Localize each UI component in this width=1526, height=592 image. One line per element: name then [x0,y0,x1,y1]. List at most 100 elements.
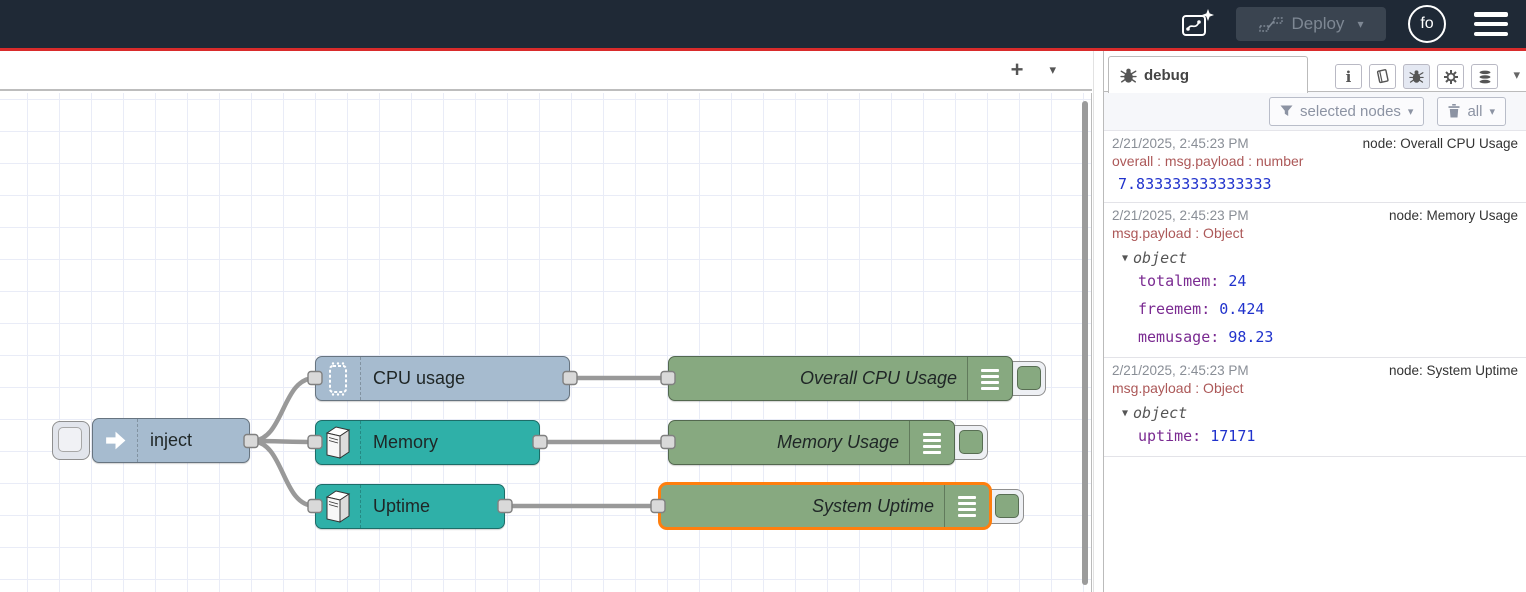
field-value: 98.23 [1228,328,1273,346]
field-key: totalmem: [1138,272,1219,290]
debug-tab-button[interactable] [1403,64,1430,89]
message-path: msg.payload : Object [1112,225,1518,241]
debug-clear-label: all [1467,103,1482,120]
debug-message[interactable]: 2/21/2025, 2:45:23 PM node: Memory Usage… [1104,203,1526,358]
deploy-icon [1259,16,1283,33]
node-debug-system-uptime[interactable]: System Uptime [658,482,992,530]
funnel-icon [1280,105,1293,117]
main-menu-icon[interactable] [1474,11,1508,37]
field-value: 24 [1228,272,1246,290]
server-tower-icon [316,421,361,464]
node-label: inject [138,430,249,451]
sidebar-tabbar: debug i [1104,51,1526,92]
message-timestamp: 2/21/2025, 2:45:23 PM [1112,208,1249,223]
filter-caret-icon: ▾ [1408,105,1414,118]
object-field: uptime: 17171 [1112,422,1518,450]
database-icon [1477,69,1493,85]
wire-inject-memory [251,441,315,442]
header: Deploy ▾ fo [0,0,1526,48]
flow-tabbar: + ▾ [0,51,1092,91]
tab-debug-label: debug [1144,67,1189,84]
object-field: freemem: 0.424 [1112,295,1518,323]
debug-console-icon [967,357,1012,400]
debug-filter-button[interactable]: selected nodes ▾ [1269,97,1424,126]
canvas-vertical-scrollbar[interactable] [1082,101,1088,585]
inject-trigger-inner [58,427,82,452]
message-path: msg.payload : Object [1112,380,1518,396]
trash-icon [1448,104,1460,118]
object-expander[interactable]: ▼ object [1112,396,1518,422]
add-flow-button[interactable]: + [1011,59,1024,81]
book-icon [1375,69,1390,84]
node-debug-memory-usage[interactable]: Memory Usage [668,420,955,465]
node-uptime[interactable]: Uptime [315,484,505,529]
debug-message-list: 2/21/2025, 2:45:23 PM node: Overall CPU … [1104,131,1526,457]
debug-message[interactable]: 2/21/2025, 2:45:23 PM node: Overall CPU … [1104,131,1526,203]
node-label: System Uptime [661,496,944,517]
context-data-tab-button[interactable] [1471,64,1498,89]
node-debug-overall-cpu-usage[interactable]: Overall CPU Usage [668,356,1013,401]
wire-inject-uptime [251,441,315,506]
field-key: uptime: [1138,427,1201,445]
message-path: overall : msg.payload : number [1112,153,1518,169]
tree-caret-icon: ▼ [1122,253,1128,264]
bug-icon [1409,69,1424,84]
debug-console-icon [944,485,989,527]
message-source-node: node: System Uptime [1389,363,1518,378]
bug-icon [1120,67,1137,84]
inject-arrow-icon [93,419,138,462]
field-value: 17171 [1210,427,1255,445]
debug-toolbar: selected nodes ▾ all ▾ [1104,92,1526,131]
user-avatar[interactable]: fo [1408,5,1446,43]
object-expander[interactable]: ▼ object [1112,241,1518,267]
message-timestamp: 2/21/2025, 2:45:23 PM [1112,136,1249,151]
debug-toggle-inner [1017,366,1041,390]
gear-icon [1443,69,1459,85]
debug-toggle-inner [995,494,1019,518]
sidebar-collapse-caret-icon[interactable]: ▾ [1513,67,1520,83]
debug-clear-button[interactable]: all ▾ [1437,97,1506,126]
ai-flow-assistant-icon[interactable] [1180,8,1214,40]
debug-console-icon [909,421,954,464]
clear-caret-icon: ▾ [1489,105,1495,118]
deploy-label: Deploy [1292,14,1345,34]
help-book-tab-button[interactable] [1369,64,1396,89]
debug-toggle-inner [959,430,983,454]
wire-inject-cpu [251,378,315,441]
node-label: CPU usage [361,368,569,389]
debug-message[interactable]: 2/21/2025, 2:45:23 PM node: System Uptim… [1104,358,1526,457]
server-tower-icon [316,485,361,528]
flow-canvas[interactable]: inject CPU usage [0,93,1092,592]
message-value: 7.833333333333333 [1112,169,1518,196]
field-key: freemem: [1138,300,1210,318]
node-cpu-usage[interactable]: CPU usage [315,356,570,401]
object-field: totalmem: 24 [1112,267,1518,295]
object-label: object [1133,404,1187,422]
field-value: 0.424 [1219,300,1264,318]
node-label: Overall CPU Usage [669,368,967,389]
tree-caret-icon: ▼ [1122,408,1128,419]
node-label: Memory [361,432,539,453]
info-tab-button[interactable]: i [1335,64,1362,89]
object-field: memusage: 98.23 [1112,323,1518,351]
node-label: Memory Usage [669,432,909,453]
message-source-node: node: Overall CPU Usage [1363,136,1518,151]
object-label: object [1133,249,1187,267]
sidebar-splitter[interactable] [1093,51,1103,592]
cpu-chip-icon [316,357,361,400]
debug-sidebar: debug i [1103,51,1526,592]
message-source-node: node: Memory Usage [1389,208,1518,223]
deploy-button[interactable]: Deploy ▾ [1236,7,1386,41]
node-inject[interactable]: inject [92,418,250,463]
tab-debug[interactable]: debug [1108,56,1308,93]
config-gear-tab-button[interactable] [1437,64,1464,89]
node-memory[interactable]: Memory [315,420,540,465]
flow-list-caret-icon[interactable]: ▾ [1049,62,1056,78]
inject-trigger-button[interactable] [52,421,90,460]
avatar-initials: fo [1420,15,1433,33]
debug-filter-label: selected nodes [1300,103,1401,120]
sidebar-icon-buttons: i [1335,64,1498,89]
message-timestamp: 2/21/2025, 2:45:23 PM [1112,363,1249,378]
deploy-caret-icon[interactable]: ▾ [1357,17,1363,31]
node-red-editor: Deploy ▾ fo + ▾ inject [0,0,1526,592]
